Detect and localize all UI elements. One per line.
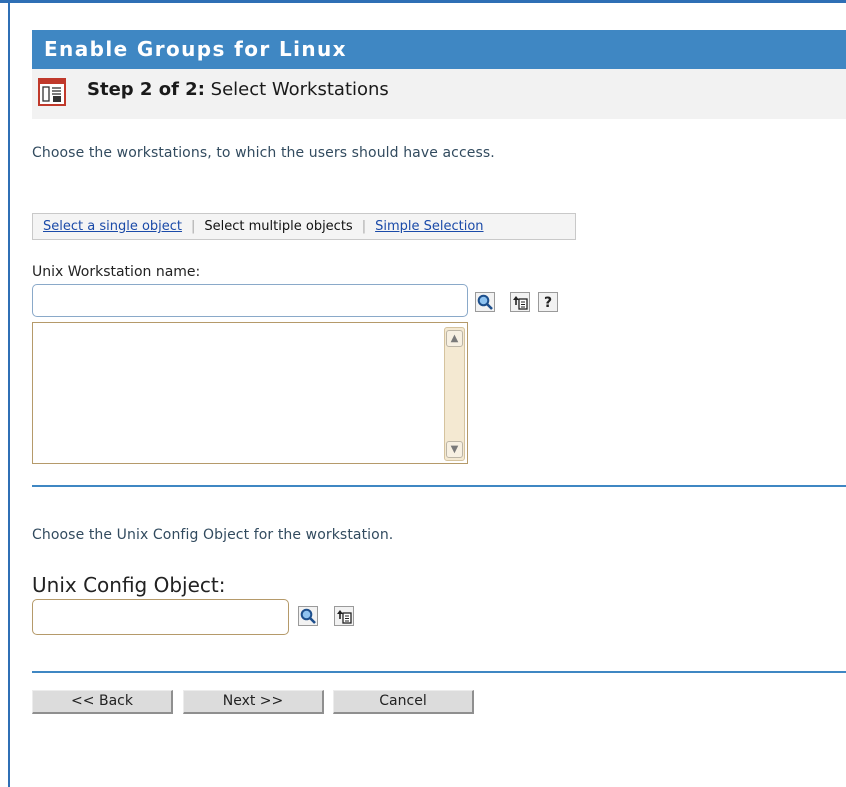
config-instruction: Choose the Unix Config Object for the wo… [32, 527, 394, 543]
section-divider [32, 485, 846, 487]
step-title: Select Workstations [210, 79, 389, 100]
page-title: Enable Groups for Linux [32, 30, 846, 69]
window-top-border [0, 0, 846, 3]
list-scrollbar[interactable]: ▲ ▼ [444, 327, 465, 461]
tab-simple-selection[interactable]: Simple Selection [375, 219, 483, 234]
step-heading: Step 2 of 2: Select Workstations [87, 79, 389, 100]
window-left-border [8, 3, 10, 787]
tab-select-multiple-objects[interactable]: Select multiple objects [204, 219, 352, 234]
help-icon[interactable]: ? [538, 292, 558, 312]
tab-select-single-object[interactable]: Select a single object [43, 219, 182, 234]
next-button[interactable]: Next >> [183, 690, 324, 714]
step-bar: Step 2 of 2: Select Workstations [32, 69, 846, 119]
tab-separator: | [191, 219, 196, 234]
config-object-input[interactable] [32, 599, 289, 635]
selection-mode-tabs: Select a single object | Select multiple… [32, 213, 576, 240]
section-divider [32, 671, 846, 673]
workstation-name-input[interactable] [32, 284, 468, 317]
wizard-step-icon [38, 78, 66, 106]
object-history-icon[interactable] [510, 292, 530, 312]
back-button[interactable]: << Back [32, 690, 173, 714]
tab-separator: | [361, 219, 367, 234]
search-icon[interactable] [298, 606, 318, 626]
help-glyph: ? [544, 295, 552, 311]
search-icon[interactable] [475, 292, 495, 312]
step-number: Step 2 of 2: [87, 79, 205, 100]
workstations-instruction: Choose the workstations, to which the us… [32, 145, 495, 161]
workstation-name-label: Unix Workstation name: [32, 264, 201, 280]
object-history-icon[interactable] [334, 606, 354, 626]
config-object-label: Unix Config Object: [32, 573, 226, 597]
selected-workstations-list[interactable]: ▲ ▼ [32, 322, 468, 464]
cancel-button[interactable]: Cancel [333, 690, 474, 714]
scroll-down-icon[interactable]: ▼ [446, 441, 463, 458]
scroll-up-icon[interactable]: ▲ [446, 330, 463, 347]
